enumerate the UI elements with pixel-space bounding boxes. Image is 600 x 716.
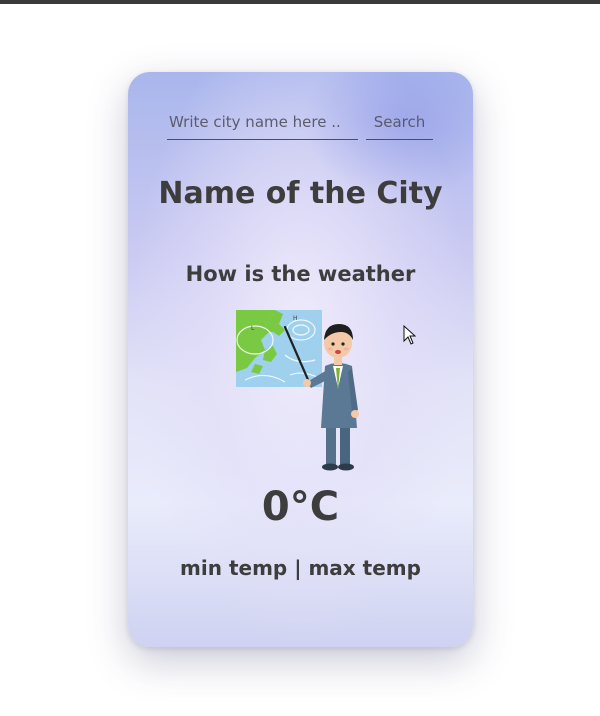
weather-forecaster-illustration: H L <box>235 310 371 472</box>
city-search-input[interactable] <box>167 104 358 140</box>
mouse-cursor-icon <box>403 325 417 345</box>
weather-card: Search Name of the City How is the weath… <box>128 72 473 647</box>
temperature-value: 0°C <box>261 484 340 530</box>
weather-description: How is the weather <box>185 262 416 286</box>
search-button[interactable]: Search <box>366 104 433 140</box>
search-bar: Search <box>167 104 433 142</box>
svg-text:H: H <box>293 315 298 322</box>
city-name: Name of the City <box>158 176 443 211</box>
window-top-bar <box>0 0 600 4</box>
min-max-temperature: min temp | max temp <box>180 556 421 580</box>
weather-icon: H L <box>236 310 359 471</box>
